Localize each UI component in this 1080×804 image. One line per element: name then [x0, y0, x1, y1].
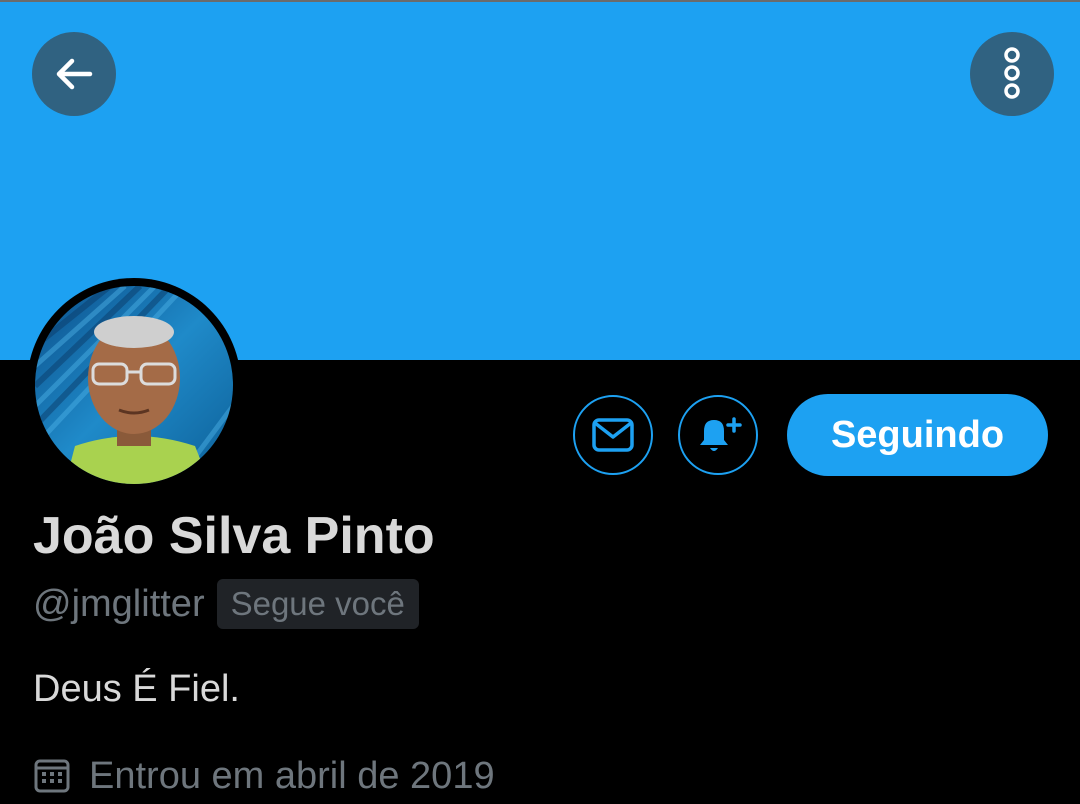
- envelope-icon: [592, 418, 634, 452]
- more-options-button[interactable]: [970, 32, 1054, 116]
- arrow-left-icon: [56, 58, 93, 90]
- back-button[interactable]: [32, 32, 116, 116]
- top-divider: [0, 0, 1080, 2]
- joined-date-row: Entrou em abril de 2019: [33, 750, 495, 802]
- follows-you-badge: Segue você: [216, 579, 419, 629]
- avatar[interactable]: [35, 286, 233, 484]
- username-handle: @jmglitter: [33, 583, 205, 625]
- display-name: João Silva Pinto: [33, 507, 435, 565]
- handle-row: @jmglitter Segue você: [33, 578, 419, 630]
- more-vertical-icon: [1004, 47, 1020, 99]
- following-button[interactable]: Seguindo: [787, 394, 1048, 476]
- avatar-photo: [35, 286, 233, 484]
- bell-plus-icon: [700, 417, 742, 451]
- calendar-icon: [34, 759, 70, 793]
- notifications-button[interactable]: [678, 395, 758, 475]
- message-button[interactable]: [573, 395, 653, 475]
- joined-date: Entrou em abril de 2019: [89, 755, 495, 797]
- profile-bio: Deus É Fiel.: [33, 668, 240, 710]
